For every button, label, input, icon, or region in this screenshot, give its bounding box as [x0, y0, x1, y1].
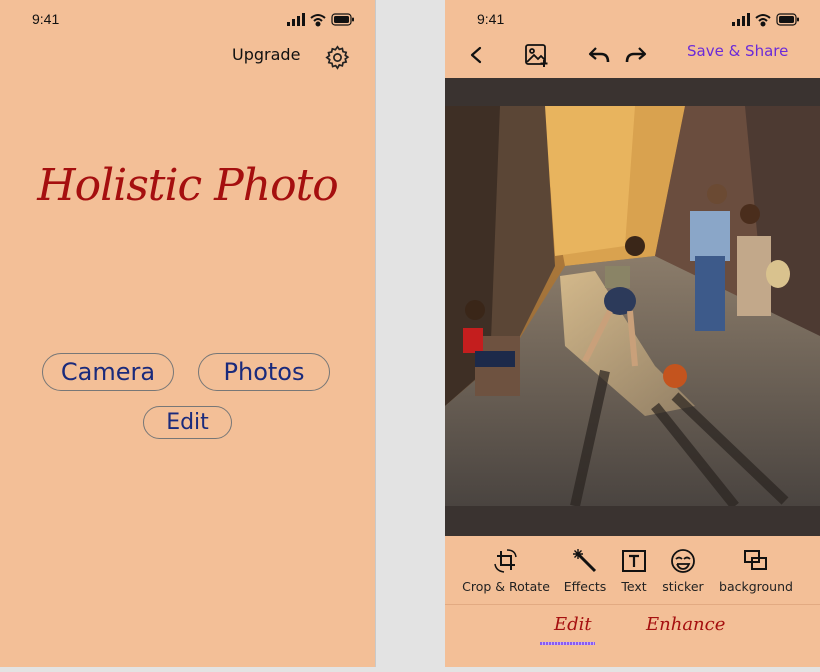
- tool-label: Text: [621, 579, 647, 594]
- active-tab-indicator: [540, 642, 595, 645]
- tool-label: background: [719, 579, 793, 594]
- undo-icon[interactable]: [585, 38, 613, 72]
- status-bar: 9:41: [445, 0, 820, 38]
- home-screen: 9:41 Upgrade Holistic Photo Camera Photo…: [0, 0, 376, 667]
- tool-bar: Crop & Rotate Effects Text sticker backg…: [445, 548, 820, 604]
- battery-icon: [331, 13, 354, 26]
- photos-button[interactable]: Photos: [198, 353, 330, 391]
- tool-effects[interactable]: Effects: [561, 548, 609, 594]
- tab-enhance[interactable]: Enhance: [646, 614, 725, 635]
- sticker-face-icon: [671, 549, 695, 573]
- crop-rotate-icon: [494, 549, 517, 573]
- tool-text[interactable]: Text: [617, 548, 651, 594]
- tool-label: Crop & Rotate: [462, 579, 550, 594]
- signal-icon: [287, 13, 305, 26]
- tool-label: sticker: [662, 579, 704, 594]
- divider: [445, 604, 820, 605]
- back-icon[interactable]: [465, 38, 487, 72]
- tool-label: Effects: [563, 579, 607, 594]
- status-icons: [732, 12, 800, 31]
- wifi-icon: [755, 14, 771, 27]
- save-share-button[interactable]: Save & Share: [687, 42, 788, 60]
- upgrade-link[interactable]: Upgrade: [232, 45, 300, 64]
- text-box-icon: [622, 550, 646, 572]
- add-image-icon[interactable]: [523, 38, 551, 72]
- status-time: 9:41: [32, 11, 60, 27]
- edit-button[interactable]: Edit: [143, 406, 232, 439]
- redo-icon[interactable]: [622, 38, 650, 72]
- app-title: Holistic Photo: [37, 160, 339, 211]
- edit-canvas: [445, 78, 820, 536]
- tool-sticker[interactable]: sticker: [659, 548, 707, 594]
- photo-preview[interactable]: [445, 106, 820, 506]
- signal-icon: [732, 13, 750, 26]
- status-icons: [287, 12, 355, 31]
- camera-button[interactable]: Camera: [42, 353, 174, 391]
- status-bar: 9:41: [0, 0, 375, 38]
- tool-background[interactable]: background: [719, 548, 793, 594]
- magic-wand-icon: [573, 549, 597, 573]
- gear-icon[interactable]: [324, 44, 351, 75]
- wifi-icon: [310, 14, 326, 27]
- tab-edit[interactable]: Edit: [554, 614, 592, 635]
- status-time: 9:41: [477, 11, 505, 27]
- editor-screen: 9:41 Save & Share Crop & Rotate Effects …: [445, 0, 820, 667]
- tool-crop-rotate[interactable]: Crop & Rotate: [462, 548, 550, 594]
- background-layers-icon: [744, 550, 767, 570]
- battery-icon: [776, 13, 799, 26]
